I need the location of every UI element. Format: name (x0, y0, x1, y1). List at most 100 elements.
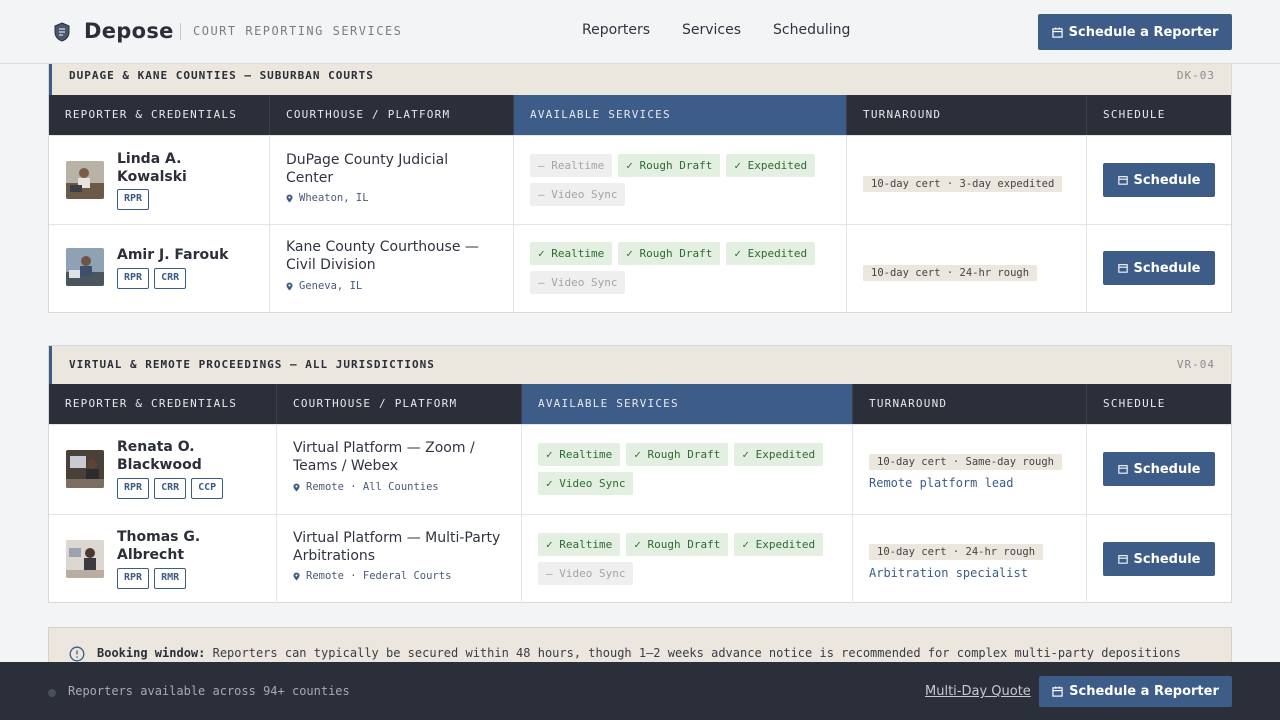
service-chip-expedited: ✓ Expedited (734, 533, 824, 556)
schedule-reporter-label: Schedule a Reporter (1068, 24, 1219, 40)
credential-badge: CRR (154, 268, 187, 289)
map-pin-icon (286, 194, 293, 202)
nav-reporters[interactable]: Reporters (582, 22, 650, 38)
turnaround-cell: 10-day cert · Same-day rough Remote plat… (853, 425, 1087, 514)
courthouse-location: Remote · All Counties (293, 481, 439, 493)
schedule-cell: Schedule (1087, 425, 1232, 514)
table-header: REPORTER & CREDENTIALS COURTHOUSE / PLAT… (49, 95, 1231, 135)
calendar-icon (1117, 176, 1128, 185)
avatar (66, 540, 104, 578)
map-pin-icon (293, 572, 300, 580)
reporter-cell: Linda A. Kowalski RPR (49, 136, 270, 224)
schedule-cell: Schedule (1087, 225, 1232, 312)
reporter-name[interactable]: Renata O. Blackwood (117, 438, 202, 474)
bottom-action-bar: Reporters available across 94+ counties … (0, 662, 1280, 720)
turnaround-badge: 10-day cert · 24-hr rough (863, 265, 1038, 281)
reporter-cell: Renata O. Blackwood RPR CRR CCP (49, 425, 277, 514)
column-header-courthouse: COURTHOUSE / PLATFORM (277, 384, 522, 424)
notice-text: Booking window: Reporters can typically … (97, 646, 1181, 660)
turnaround-cell: 10-day cert · 3-day expedited (847, 136, 1087, 224)
availability-status: Reporters available across 94+ counties (68, 684, 350, 698)
schedule-cell: Schedule (1087, 515, 1232, 603)
credential-badge: RPR (117, 189, 150, 210)
reporter-name[interactable]: Amir J. Farouk (117, 246, 228, 264)
service-chip-list: ✓ Realtime ✓ Rough Draft ✓ Expedited ✓ V… (538, 443, 838, 495)
column-header-services: AVAILABLE SERVICES (514, 95, 847, 135)
turnaround-note: Remote platform lead (869, 476, 1014, 490)
schedule-button[interactable]: Schedule (1103, 542, 1215, 576)
avatar (66, 248, 104, 286)
brand-tagline: COURT REPORTING SERVICES (193, 24, 403, 38)
section-code: VR-04 (1176, 358, 1215, 371)
turnaround-info: 10-day cert · 24-hr rough Arbitration sp… (869, 540, 1044, 580)
courthouse-cell: Virtual Platform — Multi-Party Arbitrati… (277, 515, 522, 603)
service-chip-rough-draft: ✓ Rough Draft (618, 242, 721, 265)
service-chip-expedited: ✓ Expedited (734, 443, 824, 466)
multi-day-quote-link[interactable]: Multi-Day Quote (925, 684, 1031, 699)
map-pin-icon (286, 282, 293, 290)
calendar-icon (1051, 26, 1063, 38)
section-title: DUPAGE & KANE COUNTIES — SUBURBAN COURTS (69, 69, 374, 82)
courthouse-name: DuPage County Judicial Center (286, 152, 449, 186)
reporter-name[interactable]: Thomas G. Albrecht (117, 528, 200, 564)
table-row: Amir J. Farouk RPR CRR Kane County Court… (49, 224, 1231, 312)
status-indicator (48, 689, 56, 697)
column-header-turnaround: TURNAROUND (847, 95, 1087, 135)
courthouse-cell: DuPage County Judicial Center Wheaton, I… (270, 136, 514, 224)
calendar-icon (1052, 686, 1063, 697)
shield-logo-icon (54, 22, 70, 42)
services-cell: – Realtime ✓ Rough Draft ✓ Expedited – V… (514, 136, 847, 224)
table-row: Renata O. Blackwood RPR CRR CCP Virtual … (49, 424, 1231, 514)
footer-schedule-reporter-button[interactable]: Schedule a Reporter (1039, 676, 1232, 707)
services-cell: ✓ Realtime ✓ Rough Draft ✓ Expedited ✓ V… (522, 425, 853, 514)
service-chip-realtime: ✓ Realtime (538, 533, 621, 556)
section-dupage-kane: DUPAGE & KANE COUNTIES — SUBURBAN COURTS… (48, 56, 1232, 313)
column-header-services: AVAILABLE SERVICES (522, 384, 853, 424)
nav-scheduling[interactable]: Scheduling (773, 22, 850, 38)
credential-badge: RPR (117, 568, 150, 589)
service-chip-video-sync: ✓ Video Sync (538, 472, 634, 495)
reporter-name[interactable]: Linda A. Kowalski (117, 150, 187, 186)
table-row: Linda A. Kowalski RPR DuPage County Judi… (49, 135, 1231, 224)
courthouse-name: Kane County Courthouse — Civil Division (286, 239, 479, 273)
credential-badge: RPR (117, 268, 150, 289)
notice-body: Reporters can typically be secured withi… (212, 646, 1181, 660)
section-code: DK-03 (1176, 69, 1215, 82)
brand-name[interactable]: Depose (84, 19, 174, 43)
column-header-turnaround: TURNAROUND (853, 384, 1087, 424)
service-chip-rough-draft: ✓ Rough Draft (626, 533, 729, 556)
courthouse-location: Geneva, IL (286, 280, 362, 292)
info-clock-icon (69, 646, 85, 662)
turnaround-cell: 10-day cert · 24-hr rough (847, 225, 1087, 312)
top-navigation-bar: Depose COURT REPORTING SERVICES Reporter… (0, 0, 1280, 64)
schedule-button[interactable]: Schedule (1103, 452, 1215, 486)
service-chip-video-sync: – Video Sync (530, 183, 626, 206)
credential-badge: RMR (154, 568, 187, 589)
table-header: REPORTER & CREDENTIALS COURTHOUSE / PLAT… (49, 384, 1231, 424)
turnaround-info: 10-day cert · Same-day rough Remote plat… (869, 450, 1063, 490)
schedule-cell: Schedule (1087, 136, 1232, 224)
service-chip-rough-draft: ✓ Rough Draft (618, 154, 721, 177)
credential-list: RPR RMR (117, 568, 187, 589)
credential-badge: CCP (191, 478, 224, 499)
courthouse-location: Wheaton, IL (286, 192, 369, 204)
schedule-button[interactable]: Schedule (1103, 251, 1215, 285)
courthouse-location: Remote · Federal Courts (293, 570, 451, 582)
notice-label: Booking window: (97, 646, 206, 660)
schedule-reporter-button[interactable]: Schedule a Reporter (1038, 14, 1232, 50)
turnaround-badge: 10-day cert · 24-hr rough (869, 544, 1044, 560)
section-virtual-remote: VIRTUAL & REMOTE PROCEEDINGS — ALL JURIS… (48, 345, 1232, 603)
section-header: VIRTUAL & REMOTE PROCEEDINGS — ALL JURIS… (49, 346, 1231, 384)
service-chip-realtime: ✓ Realtime (538, 443, 621, 466)
nav-services[interactable]: Services (682, 22, 741, 38)
column-header-schedule: SCHEDULE (1103, 397, 1166, 410)
credential-list: RPR CRR CCP (117, 478, 224, 499)
services-cell: ✓ Realtime ✓ Rough Draft ✓ Expedited – V… (514, 225, 847, 312)
schedule-button[interactable]: Schedule (1103, 163, 1215, 197)
service-chip-list: – Realtime ✓ Rough Draft ✓ Expedited – V… (530, 154, 830, 206)
courthouse-name: Virtual Platform — Multi-Party Arbitrati… (293, 530, 501, 564)
turnaround-cell: 10-day cert · 24-hr rough Arbitration sp… (853, 515, 1087, 603)
service-chip-rough-draft: ✓ Rough Draft (626, 443, 729, 466)
turnaround-badge: 10-day cert · 3-day expedited (863, 176, 1063, 192)
column-header-schedule: SCHEDULE (1103, 108, 1166, 121)
